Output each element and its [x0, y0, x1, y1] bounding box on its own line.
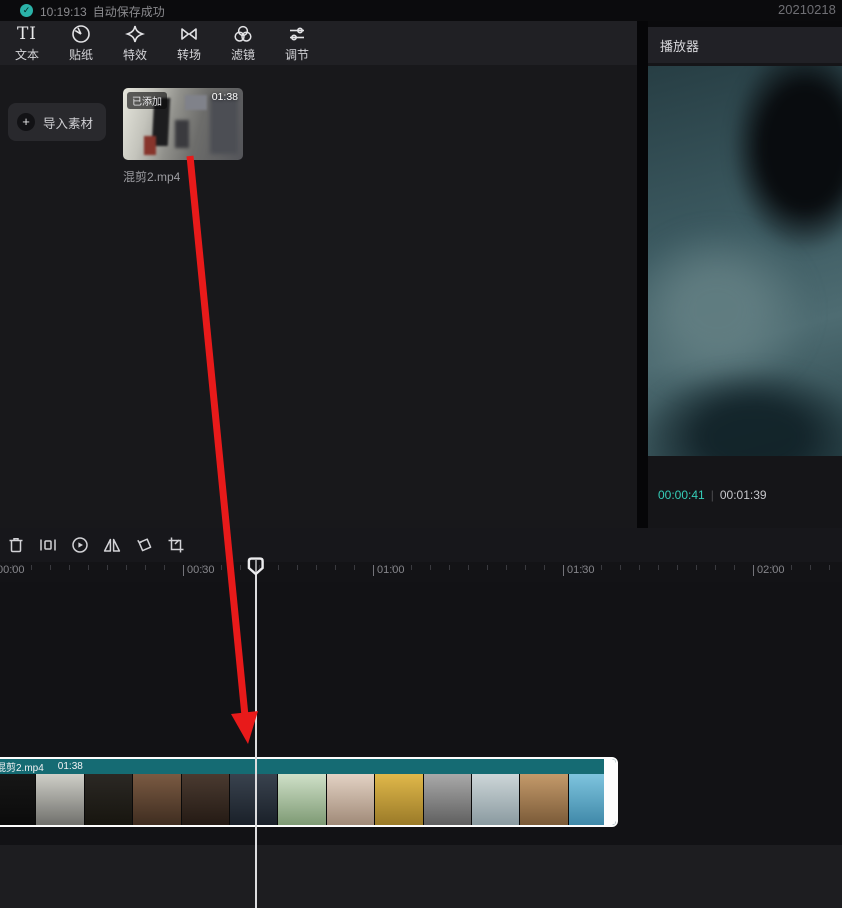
mirror-button[interactable] — [99, 532, 125, 558]
plus-icon: + — [17, 113, 35, 131]
mirror-icon — [102, 535, 122, 555]
clip-trim-handle-right[interactable] — [604, 759, 616, 825]
import-material-button[interactable]: + 导入素材 — [8, 103, 106, 141]
clip-filmstrip — [0, 774, 616, 825]
adjust-icon — [286, 23, 308, 45]
autosave-text: 自动保存成功 — [93, 5, 165, 19]
delete-icon — [6, 535, 26, 555]
asset-toolbar: TI 文本 贴纸 特效 转场 — [0, 21, 637, 65]
delete-button[interactable] — [3, 532, 29, 558]
media-library-panel: + 导入素材 已添加 01:38 混剪2.mp4 — [0, 65, 637, 528]
ruler-ticks — [0, 565, 842, 570]
film-frame — [36, 774, 83, 825]
rotate-icon — [134, 535, 154, 555]
film-frame — [327, 774, 374, 825]
autosave-status: 10:19:13 自动保存成功 — [40, 3, 171, 20]
timeline-toolbar — [0, 528, 842, 562]
autosave-check-icon: ✓ — [20, 4, 33, 17]
player-header: 播放器 — [648, 27, 842, 63]
tab-filter[interactable]: 滤镜 — [216, 22, 270, 64]
autosave-time: 10:19:13 — [40, 5, 87, 19]
media-clip-card[interactable]: 已添加 01:38 混剪2.mp4 — [123, 88, 243, 185]
timeline-ruler[interactable]: 00:00 00:30 01:00 01:30 02:00 — [0, 562, 842, 582]
media-clip-thumbnail[interactable]: 已添加 01:38 — [123, 88, 243, 160]
panel-divider — [637, 21, 648, 528]
ruler-label: 00:00 — [0, 564, 25, 576]
timeline-section: 00:00 00:30 01:00 01:30 02:00 混剪2.mp4 01… — [0, 528, 842, 908]
timeline-video-clip[interactable]: 混剪2.mp4 01:38 — [0, 757, 618, 827]
player-title: 播放器 — [660, 36, 699, 55]
film-frame — [472, 774, 519, 825]
film-frame — [520, 774, 567, 825]
reverse-play-icon — [70, 535, 90, 555]
crop-icon — [166, 535, 186, 555]
rotate-button[interactable] — [131, 532, 157, 558]
ruler-label: 02:00 — [753, 564, 785, 576]
timeline-clip-name: 混剪2.mp4 — [0, 759, 44, 774]
reverse-play-button[interactable] — [67, 532, 93, 558]
tab-text[interactable]: TI 文本 — [0, 22, 54, 64]
player-timecodes: 00:00:41 | 00:01:39 — [658, 488, 767, 502]
film-frame — [230, 774, 277, 825]
film-frame — [278, 774, 325, 825]
video-preview[interactable] — [648, 66, 842, 456]
film-frame — [375, 774, 422, 825]
timeline-clip-duration: 01:38 — [58, 761, 83, 772]
clip-header: 混剪2.mp4 01:38 — [0, 759, 616, 774]
tab-effects[interactable]: 特效 — [108, 22, 162, 64]
clip-filename: 混剪2.mp4 — [123, 168, 243, 185]
tab-sticker[interactable]: 贴纸 — [54, 22, 108, 64]
crop-button[interactable] — [163, 532, 189, 558]
video-editor-window: ✓ 10:19:13 自动保存成功 20210218 TI 文本 贴纸 — [0, 0, 842, 908]
thumbnail-art — [175, 120, 189, 148]
preview-art — [730, 66, 842, 252]
thumbnail-art — [185, 95, 207, 110]
preview-art — [648, 366, 842, 456]
freeze-frame-icon — [38, 535, 58, 555]
film-frame — [424, 774, 471, 825]
freeze-frame-button[interactable] — [35, 532, 61, 558]
tab-transition[interactable]: 转场 — [162, 22, 216, 64]
filter-icon — [232, 23, 254, 45]
playhead-handle[interactable] — [247, 557, 265, 577]
current-time: 00:00:41 — [658, 488, 705, 502]
text-icon: TI — [17, 23, 37, 45]
project-date-text: 20210218 — [778, 2, 836, 17]
player-panel: 播放器 00:00:41 | 00:01:39 — [648, 27, 842, 528]
thumbnail-art — [210, 96, 238, 154]
transition-icon — [178, 23, 200, 45]
timeline-bottom-area — [0, 845, 842, 908]
ruler-label: 01:00 — [373, 564, 405, 576]
time-separator: | — [711, 488, 714, 502]
titlebar: ✓ 10:19:13 自动保存成功 20210218 — [0, 0, 842, 21]
film-frame — [0, 774, 35, 825]
sticker-icon — [70, 23, 92, 45]
added-badge: 已添加 — [127, 92, 167, 109]
ruler-label: 00:30 — [183, 564, 215, 576]
playhead-line — [255, 560, 257, 908]
tab-adjust[interactable]: 调节 — [270, 22, 324, 64]
effects-icon — [124, 23, 146, 45]
ruler-label: 01:30 — [563, 564, 595, 576]
film-frame — [182, 774, 229, 825]
thumbnail-art — [144, 136, 156, 155]
film-frame — [85, 774, 132, 825]
clip-duration: 01:38 — [212, 91, 238, 103]
total-time: 00:01:39 — [720, 488, 767, 502]
film-frame — [133, 774, 180, 825]
timeline-tracks[interactable]: 混剪2.mp4 01:38 — [0, 582, 842, 908]
